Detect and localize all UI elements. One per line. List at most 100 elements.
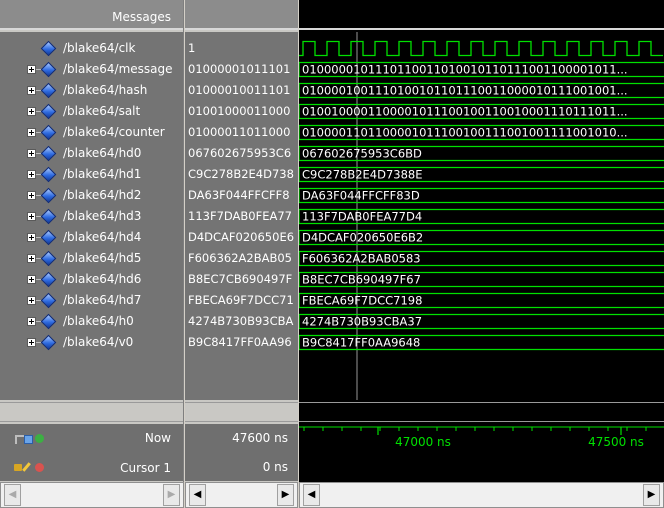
signal-name: /blake64/salt [63, 104, 141, 118]
scroll-right-icon[interactable]: ▶ [643, 484, 660, 506]
cursor-label: Cursor 1 [120, 461, 171, 475]
signal-value[interactable]: 4274B730B93CBA [185, 311, 298, 332]
toolbar-icon-a[interactable] [15, 435, 24, 444]
signal-value-list: 1 01000001011101 01000010011101 01001000011… [185, 32, 298, 400]
signal-row[interactable]: /blake64/v0 [0, 332, 183, 353]
expand-icon[interactable] [27, 149, 41, 158]
now-label: Now [144, 431, 171, 445]
signal-row[interactable]: /blake64/hd4 [0, 227, 183, 248]
expand-icon[interactable] [27, 86, 41, 95]
bus-value-text: FBECA69F7DCC7198 [302, 294, 422, 308]
signal-value[interactable]: B8EC7CB690497F [185, 269, 298, 290]
bus-value-text: 4274B730B93CBA37 [302, 315, 422, 329]
signal-value[interactable]: 01000011011000 [185, 122, 298, 143]
bus-value-text: B9C8417FF0AA9648 [302, 336, 420, 350]
signal-row[interactable]: /blake64/hd6 [0, 269, 183, 290]
expand-icon[interactable] [27, 191, 41, 200]
scroll-right-icon[interactable]: ▶ [163, 484, 180, 506]
clock-waveform[interactable] [299, 40, 663, 57]
expand-icon[interactable] [27, 65, 41, 74]
expand-icon[interactable] [27, 107, 41, 116]
signal-value[interactable]: F606362A2BAB05 [185, 248, 298, 269]
signal-value[interactable]: 01000010011101 [185, 80, 298, 101]
signal-row[interactable]: /blake64/salt [0, 101, 183, 122]
expand-icon[interactable] [27, 317, 41, 326]
names-hscrollbar[interactable]: ◀ ▶ [0, 482, 184, 508]
expand-icon[interactable] [27, 254, 41, 263]
expand-icon[interactable] [27, 170, 41, 179]
signal-value[interactable]: 01001000011000 [185, 101, 298, 122]
signal-name: /blake64/hd6 [63, 272, 142, 286]
expand-icon[interactable] [27, 275, 41, 284]
lock-icon[interactable] [14, 464, 22, 471]
signal-row[interactable]: /blake64/hd2 [0, 185, 183, 206]
bus-value-text: D4DCAF020650E6B2 [302, 231, 423, 245]
signal-name: /blake64/hd5 [63, 251, 142, 265]
signal-icon [40, 40, 57, 57]
signal-icon [40, 103, 57, 120]
signal-value[interactable]: 067602675953C6 [185, 143, 298, 164]
signal-row[interactable]: /blake64/h0 [0, 311, 183, 332]
bus-value-text: 113F7DAB0FEA77D4 [302, 210, 422, 224]
signal-row[interactable]: /blake64/hash [0, 80, 183, 101]
cursor-lane[interactable] [299, 454, 664, 481]
signal-value[interactable]: C9C278B2E4D738 [185, 164, 298, 185]
waveform-hscrollbar[interactable]: ◀ ▶ [299, 482, 664, 508]
signal-value[interactable]: 113F7DAB0FEA77 [185, 206, 298, 227]
expand-icon[interactable] [27, 296, 41, 305]
signal-name: /blake64/hd1 [63, 167, 142, 181]
signal-values-pane: 1 01000001011101 01000010011101 01001000011… [185, 0, 298, 508]
remove-icon[interactable] [35, 463, 44, 472]
scroll-left-icon[interactable]: ◀ [303, 484, 320, 506]
signal-value[interactable]: DA63F044FFCFF8 [185, 185, 298, 206]
signal-row[interactable]: /blake64/clk [0, 38, 183, 59]
bus-value-text: 0100001101100001011100100111001001111001… [302, 126, 628, 140]
signal-row[interactable]: /blake64/hd7 [0, 290, 183, 311]
now-value: 47600 ns [185, 424, 298, 454]
signal-value[interactable]: FBECA69F7DCC71 [185, 290, 298, 311]
signal-name: /blake64/hd7 [63, 293, 142, 307]
values-header [185, 0, 298, 30]
signal-icon [40, 187, 57, 204]
bus-value-text: 0100000101110110011010010110111001100001… [302, 63, 628, 77]
bus-value-text: C9C278B2E4D7388E [302, 168, 423, 182]
expand-icon[interactable] [27, 338, 41, 347]
signal-name: /blake64/hd4 [63, 230, 142, 244]
messages-header: Messages [0, 0, 183, 30]
scroll-left-icon[interactable]: ◀ [189, 484, 206, 506]
signal-value[interactable]: B9C8417FF0AA96 [185, 332, 298, 353]
signal-icon [40, 271, 57, 288]
scroll-left-icon[interactable]: ◀ [4, 484, 21, 506]
signal-row[interactable]: /blake64/hd1 [0, 164, 183, 185]
add-icon[interactable] [35, 434, 44, 443]
signal-icon [40, 166, 57, 183]
timeline-ruler[interactable]: 47000 ns 47500 ns [299, 424, 664, 454]
signal-row[interactable]: /blake64/message [0, 59, 183, 80]
bus-value-text: 067602675953C6BD [302, 147, 422, 161]
signal-name-list: /blake64/clk/blake64/message/blake64/has… [0, 32, 183, 400]
cursor-value[interactable]: 0 ns [185, 454, 298, 481]
expand-icon[interactable] [27, 212, 41, 221]
waveform-pane: 0100000101110110011010010110111001100001… [299, 0, 664, 508]
signal-row[interactable]: /blake64/counter [0, 122, 183, 143]
signal-value[interactable]: D4DCAF020650E6 [185, 227, 298, 248]
signal-name: /blake64/hd0 [63, 146, 142, 160]
waveform-header [299, 0, 664, 30]
signal-row[interactable]: /blake64/hd0 [0, 143, 183, 164]
values-hscrollbar[interactable]: ◀ ▶ [185, 482, 298, 508]
waveform-canvas[interactable]: 0100000101110110011010010110111001100001… [299, 32, 664, 400]
toolbar-icon-b[interactable] [24, 435, 33, 444]
now-row: Now [0, 424, 183, 454]
expand-icon[interactable] [27, 233, 41, 242]
signal-value[interactable]: 01000001011101 [185, 59, 298, 80]
signal-icon [40, 313, 57, 330]
scroll-right-icon[interactable]: ▶ [277, 484, 294, 506]
names-separator [0, 402, 183, 422]
signal-name: /blake64/hd3 [63, 209, 142, 223]
pencil-icon[interactable] [22, 462, 31, 472]
expand-icon[interactable] [27, 128, 41, 137]
signal-row[interactable]: /blake64/hd3 [0, 206, 183, 227]
signal-row[interactable]: /blake64/hd5 [0, 248, 183, 269]
signal-value[interactable]: 1 [185, 38, 298, 59]
signal-icon [40, 292, 57, 309]
